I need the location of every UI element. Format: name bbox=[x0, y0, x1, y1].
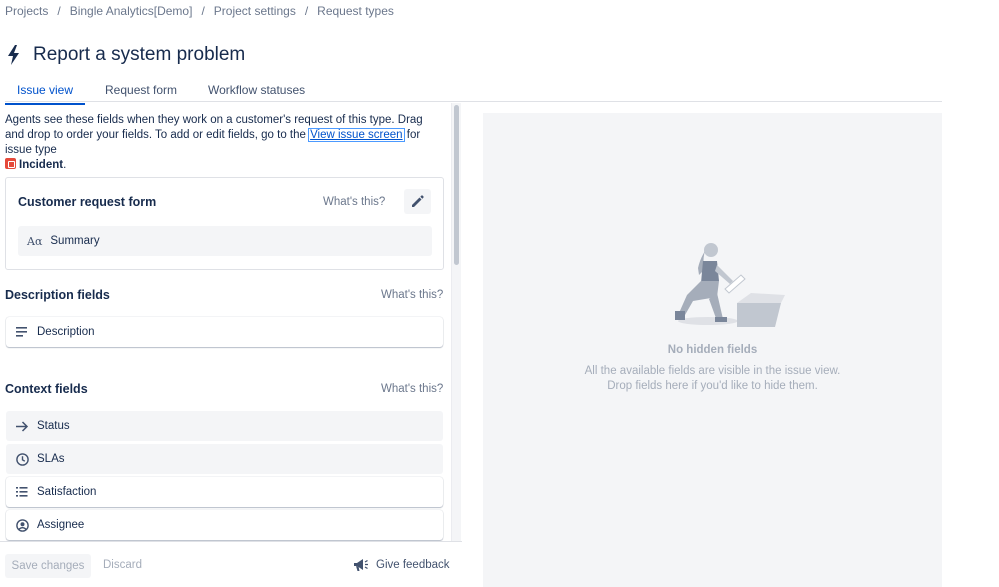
field-label: Status bbox=[37, 420, 70, 432]
whats-this-link[interactable]: What's this? bbox=[381, 289, 443, 301]
empty-state-title: No hidden fields bbox=[667, 344, 758, 356]
list-icon bbox=[15, 485, 29, 499]
text-field-icon: Aα bbox=[27, 234, 43, 248]
hidden-fields-panel[interactable]: No hidden fields All the available field… bbox=[483, 113, 942, 587]
clock-icon bbox=[15, 452, 29, 466]
discard-button[interactable]: Discard bbox=[103, 559, 142, 571]
breadcrumb-separator: / bbox=[57, 4, 61, 18]
description-fields-title: Description fields bbox=[5, 288, 110, 302]
arrow-right-icon bbox=[15, 419, 29, 433]
intro-text: Agents see these fields when they work o… bbox=[5, 113, 445, 173]
give-feedback-label: Give feedback bbox=[376, 558, 450, 571]
breadcrumb-project[interactable]: Bingle Analytics[Demo] bbox=[70, 4, 193, 18]
empty-state-line: Drop fields here if you'd like to hide t… bbox=[607, 380, 818, 392]
pencil-icon bbox=[412, 195, 424, 207]
view-issue-screen-link[interactable]: View issue screen bbox=[308, 128, 405, 142]
field-label: Satisfaction bbox=[37, 486, 97, 498]
field-label: Assignee bbox=[37, 519, 85, 531]
whats-this-link[interactable]: What's this? bbox=[381, 383, 443, 395]
breadcrumb-request-types[interactable]: Request types bbox=[317, 4, 394, 18]
tab-workflow-statuses[interactable]: Workflow statuses bbox=[208, 83, 305, 103]
scrollbar[interactable] bbox=[451, 103, 461, 541]
breadcrumb-separator: / bbox=[201, 4, 205, 18]
breadcrumb-project-settings[interactable]: Project settings bbox=[214, 4, 296, 18]
field-label: Summary bbox=[50, 235, 100, 247]
breadcrumb-separator: / bbox=[304, 4, 309, 18]
field-satisfaction[interactable]: Satisfaction bbox=[6, 477, 443, 507]
page-header: Report a system problem bbox=[6, 44, 245, 66]
issue-type-name: Incident bbox=[19, 159, 64, 171]
issue-view-fields-panel: Agents see these fields when they work o… bbox=[0, 103, 451, 541]
customer-request-form-section: Customer request form What's this? Aα Su… bbox=[5, 177, 444, 270]
field-label: SLAs bbox=[37, 453, 65, 465]
tab-request-form[interactable]: Request form bbox=[105, 83, 177, 103]
empty-state-line: All the available fields are visible in … bbox=[584, 365, 841, 377]
give-feedback-button[interactable]: Give feedback bbox=[352, 557, 450, 572]
paragraph-icon bbox=[15, 325, 29, 339]
incident-icon bbox=[5, 158, 16, 169]
footer-bar: Save changes Discard Give feedback bbox=[0, 541, 462, 587]
customer-request-form-title: Customer request form bbox=[18, 195, 157, 209]
field-status[interactable]: Status bbox=[6, 411, 443, 441]
breadcrumb: Projects / Bingle Analytics[Demo] / Proj… bbox=[5, 4, 394, 18]
whats-this-link[interactable]: What's this? bbox=[323, 196, 385, 208]
tab-bar: Issue view Request form Workflow statuse… bbox=[4, 80, 942, 105]
field-summary[interactable]: Aα Summary bbox=[18, 226, 432, 256]
empty-state-illustration bbox=[675, 243, 785, 327]
field-label: Description bbox=[37, 326, 95, 338]
save-changes-button[interactable]: Save changes bbox=[5, 554, 91, 578]
intro-text-part: . bbox=[63, 159, 67, 171]
field-assignee[interactable]: Assignee bbox=[6, 510, 443, 540]
field-description[interactable]: Description bbox=[6, 317, 443, 347]
empty-state-description: All the available fields are visible in … bbox=[483, 364, 942, 394]
field-slas[interactable]: SLAs bbox=[6, 444, 443, 474]
tab-issue-view[interactable]: Issue view bbox=[4, 83, 86, 105]
user-avatar-icon bbox=[15, 518, 29, 532]
megaphone-icon bbox=[354, 559, 368, 571]
lightning-icon bbox=[8, 45, 19, 65]
edit-request-form-button[interactable] bbox=[404, 189, 431, 214]
context-fields-title: Context fields bbox=[5, 382, 88, 396]
breadcrumb-projects[interactable]: Projects bbox=[5, 4, 48, 18]
page-title: Report a system problem bbox=[33, 44, 246, 65]
scrollbar-thumb[interactable] bbox=[454, 105, 459, 265]
